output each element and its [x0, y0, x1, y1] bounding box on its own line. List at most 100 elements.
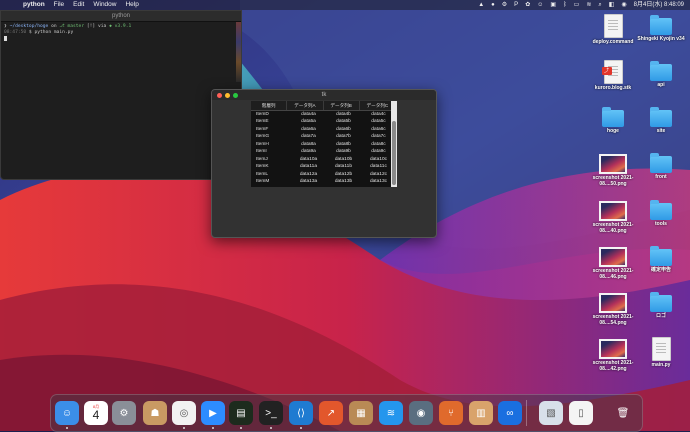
zoom-window-button[interactable]: [233, 93, 238, 98]
folder-icon: [650, 200, 672, 220]
menu-window[interactable]: Window: [93, 0, 116, 10]
finder-icon[interactable]: ☺: [55, 401, 79, 425]
status-monitor-icon[interactable]: ▣: [550, 0, 556, 10]
table-cell: ItemF: [256, 126, 269, 132]
zoom-icon[interactable]: ▶: [201, 401, 225, 425]
system-preferences-icon[interactable]: ⚙: [112, 401, 136, 425]
python-icon: ◆: [109, 24, 112, 29]
dock-separator: [526, 400, 527, 426]
dock: ☺ 8月 4 ⚙ ☗ ◎ ▶ ▤ >_ ⟨⟩ ↗ ▦ ≋ ◉ ⑂ ▥ ∞ ▧ ▯ 🗑: [50, 394, 643, 432]
sourcetree-icon[interactable]: ⑂: [439, 401, 463, 425]
table-cell: ItemM: [256, 178, 270, 184]
terminal-icon[interactable]: >_: [259, 401, 283, 425]
menu-file[interactable]: File: [54, 0, 64, 10]
status-rocket-icon[interactable]: ▲: [478, 0, 484, 10]
prompt-branch: master: [67, 24, 85, 29]
image-file-icon: [599, 339, 627, 359]
menubar-clock[interactable]: 8月4日(水) 8:48:09: [634, 0, 684, 10]
tk-titlebar[interactable]: tk: [212, 90, 436, 100]
table-row[interactable]: ItemE data5a data5b data5c: [251, 118, 396, 125]
folder-icon: [650, 292, 672, 312]
infinity-icon[interactable]: ∞: [498, 401, 522, 425]
table-row[interactable]: ItemG data7a data7b data7c: [251, 133, 396, 140]
docker-icon[interactable]: ≋: [379, 401, 403, 425]
minimize-window-button[interactable]: [225, 93, 230, 98]
tk-window[interactable]: tk 階層列 データ列A データ列B データ列C ItemD data4a data…: [211, 89, 437, 238]
desktop-icon[interactable]: main.py: [632, 337, 690, 368]
close-window-button[interactable]: [217, 93, 222, 98]
desktop-icon[interactable]: site: [632, 106, 690, 134]
document-icon[interactable]: ▯: [569, 401, 593, 425]
menu-app-name[interactable]: python: [23, 0, 45, 10]
status-gear-icon[interactable]: ⚙: [502, 0, 507, 10]
table-cell: data4b: [336, 112, 351, 117]
desktop-icon[interactable]: ロゴ: [632, 291, 690, 319]
table-cell: ItemK: [256, 164, 269, 170]
prompt-symbol: $: [28, 30, 32, 35]
image-file-icon: [599, 154, 627, 174]
calendar-day: 4: [92, 408, 100, 422]
table-row[interactable]: ItemK data11a data11b data11c: [251, 163, 396, 170]
table-cell: data13a: [299, 178, 318, 184]
menu-edit[interactable]: Edit: [73, 0, 84, 10]
preview-icon[interactable]: ▧: [539, 401, 563, 425]
battery-icon[interactable]: ▭: [574, 0, 580, 10]
status-letter[interactable]: P: [514, 0, 518, 10]
table-row[interactable]: ItemH data8a data8b data8c: [251, 141, 396, 148]
contacts-icon[interactable]: ☗: [143, 401, 167, 425]
wifi-icon[interactable]: ≋: [586, 0, 591, 10]
scrollbar-thumb[interactable]: [392, 121, 396, 185]
desktop-icon[interactable]: api: [632, 60, 690, 88]
table-row[interactable]: ItemD data4a data4b data4c: [251, 111, 396, 118]
folder-icon: [650, 15, 672, 35]
instruments-icon[interactable]: ↗: [319, 401, 343, 425]
table-row[interactable]: ItemI data9a data9b data9c: [251, 148, 396, 155]
status-flower-icon[interactable]: ✿: [525, 0, 530, 10]
table-cell: data9b: [336, 149, 351, 155]
terminal-cursor: [4, 36, 7, 41]
table-row[interactable]: ItemJ data10a data10b data10c: [251, 156, 396, 163]
desktop-icon[interactable]: 確定申告: [632, 245, 690, 273]
treeview[interactable]: 階層列 データ列A データ列B データ列C ItemD data4a data4b d…: [251, 101, 396, 187]
table-cell: data13b: [334, 178, 353, 184]
pdf-file-icon: ⤴: [601, 60, 623, 84]
column-header-data-a[interactable]: データ列A: [287, 101, 324, 110]
desktop-icon-label: api: [657, 82, 665, 88]
table-cell: ItemL: [256, 171, 268, 177]
quicktime-icon[interactable]: ◉: [409, 401, 433, 425]
folder-icon: [650, 61, 672, 81]
terminal-window[interactable]: python ❯ ~/desktop/hoge on ⎇ master [!] …: [0, 10, 242, 180]
spotlight-search-icon[interactable]: ⌕: [598, 0, 601, 10]
folder-icon: [650, 107, 672, 127]
menu-help[interactable]: Help: [125, 0, 138, 10]
terminal-output[interactable]: ❯ ~/desktop/hoge on ⎇ master [!] via ◆ v…: [1, 22, 241, 45]
desktop-icon[interactable]: front: [632, 152, 690, 180]
bluetooth-icon[interactable]: ᛒ: [563, 0, 567, 10]
column-header-data-b[interactable]: データ列B: [324, 101, 360, 110]
calendar-icon[interactable]: 8月 4: [84, 401, 108, 425]
siri-icon[interactable]: ◉: [621, 0, 626, 10]
table-row[interactable]: ItemM data13a data13b data13c: [251, 178, 396, 185]
status-circle-icon[interactable]: ●: [491, 0, 495, 10]
treeview-header: 階層列 データ列A データ列B データ列C: [251, 101, 396, 111]
terminal-titlebar[interactable]: python: [1, 11, 241, 22]
vscode-icon[interactable]: ⟨⟩: [289, 401, 313, 425]
control-center-icon[interactable]: ◧: [609, 0, 615, 10]
desktop-icon[interactable]: Shingeki Kyojin v34: [632, 14, 690, 42]
table-row[interactable]: ItemL data12a data12b data12c: [251, 171, 396, 178]
archive-utility-icon[interactable]: ▦: [349, 401, 373, 425]
status-face-icon[interactable]: ☺: [537, 0, 543, 10]
treeview-scrollbar[interactable]: [391, 101, 397, 187]
image-file-icon: [599, 293, 627, 313]
prompt-on: on: [51, 24, 57, 29]
table-row[interactable]: ItemF data6a data6b data6c: [251, 126, 396, 133]
tk-window-title: tk: [321, 92, 327, 98]
trash-icon[interactable]: 🗑: [611, 401, 635, 425]
table-cell: data6b: [336, 126, 351, 132]
chrome-icon[interactable]: ◎: [172, 401, 196, 425]
prompt-command: python main.py: [34, 30, 74, 35]
terminal-alt-icon[interactable]: ▤: [229, 401, 253, 425]
desktop-icon[interactable]: tools: [632, 199, 690, 227]
column-header-hierarchy[interactable]: 階層列: [251, 101, 288, 110]
keynote-icon[interactable]: ▥: [469, 401, 493, 425]
